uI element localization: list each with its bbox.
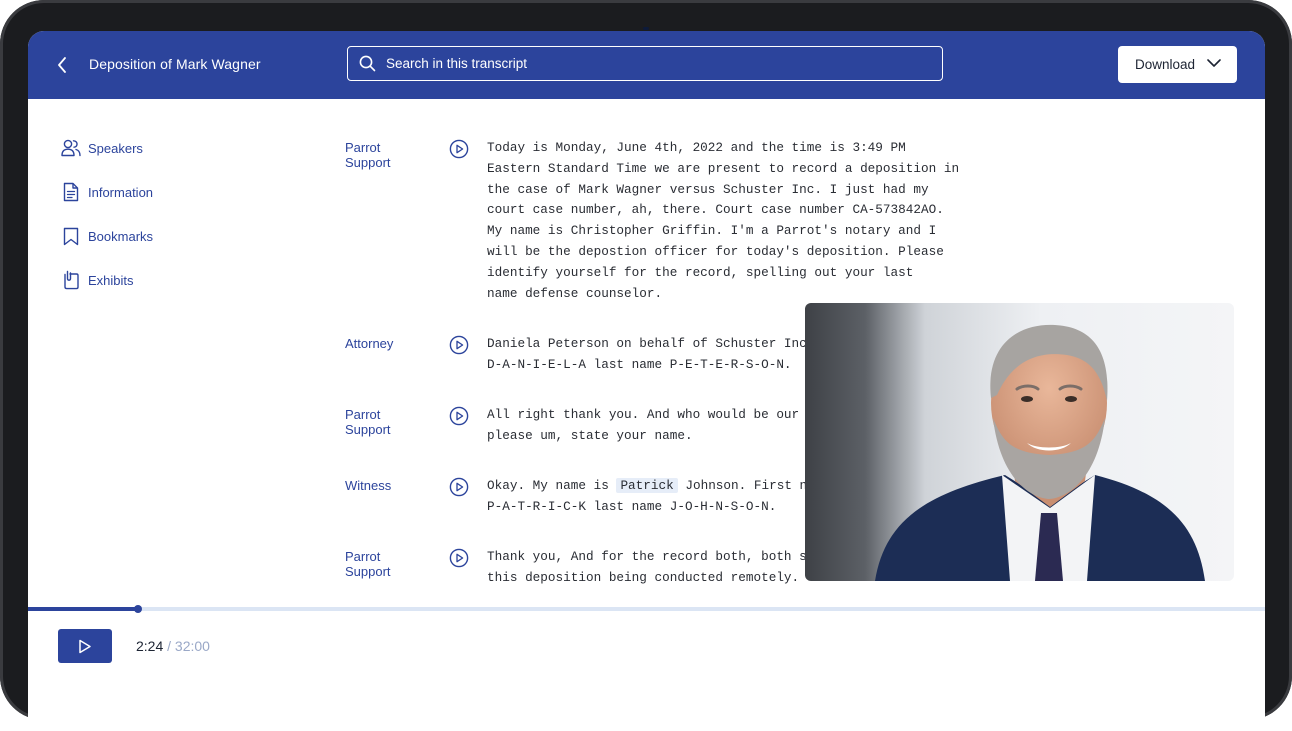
playback-time: 2:24 / 32:00 <box>136 638 210 654</box>
sidebar-item-label: Information <box>88 184 154 200</box>
play-circle-icon[interactable] <box>449 477 469 497</box>
total-time: 32:00 <box>174 638 210 654</box>
chevron-left-icon <box>58 57 66 73</box>
camera-dot <box>643 27 649 30</box>
download-button[interactable]: Download <box>1118 46 1237 83</box>
sidebar-item-bookmarks[interactable]: Bookmarks <box>61 226 153 246</box>
play-circle-icon[interactable] <box>449 548 469 568</box>
play-icon <box>79 639 91 653</box>
speaker-name[interactable]: Parrot Support <box>345 407 391 437</box>
back-button[interactable] <box>52 52 72 78</box>
current-time: 2:24 <box>136 638 164 654</box>
transcript-text: Today is Monday, June 4th, 2022 and the … <box>487 140 960 301</box>
text-segment: Okay. My name is <box>487 478 617 493</box>
sidebar-nav: Speakers Information Bookmarks Exhibits <box>61 138 153 314</box>
witness-video[interactable] <box>805 303 1234 581</box>
sidebar-item-label: Exhibits <box>88 272 134 288</box>
progress-scrubber[interactable] <box>134 605 143 613</box>
exhibit-icon <box>61 270 81 290</box>
search-box[interactable] <box>347 46 943 81</box>
sidebar-item-speakers[interactable]: Speakers <box>61 138 153 158</box>
document-icon <box>61 182 81 202</box>
play-circle-icon[interactable] <box>449 335 469 355</box>
play-button[interactable] <box>58 629 112 663</box>
page-title: Deposition of Mark Wagner <box>89 56 261 72</box>
speaker-name[interactable]: Parrot Support <box>345 549 391 579</box>
witness-video-frame <box>875 324 1205 581</box>
search-input[interactable] <box>386 56 906 71</box>
play-circle-icon[interactable] <box>449 406 469 426</box>
progress-fill <box>28 607 139 611</box>
speaker-name[interactable]: Witness <box>345 478 391 493</box>
time-separator: / <box>167 638 172 654</box>
sidebar-item-label: Bookmarks <box>88 228 154 244</box>
sidebar-item-exhibits[interactable]: Exhibits <box>61 270 153 290</box>
sidebar-item-information[interactable]: Information <box>61 182 153 202</box>
speaker-name[interactable]: Attorney <box>345 336 393 351</box>
chevron-down-icon <box>1207 59 1221 68</box>
bookmark-icon <box>61 226 81 246</box>
sidebar-item-label: Speakers <box>88 140 143 156</box>
app-screen: Deposition of Mark Wagner Download <box>28 31 1265 731</box>
search-icon <box>359 55 376 72</box>
top-bar: Deposition of Mark Wagner Download <box>28 31 1265 99</box>
speakers-icon <box>61 138 81 158</box>
play-circle-icon[interactable] <box>449 139 469 159</box>
playback-progress-bar[interactable] <box>28 605 1265 613</box>
search-highlight[interactable]: Patrick <box>616 478 678 493</box>
download-label: Download <box>1135 57 1196 72</box>
speaker-name[interactable]: Parrot Support <box>345 140 391 170</box>
